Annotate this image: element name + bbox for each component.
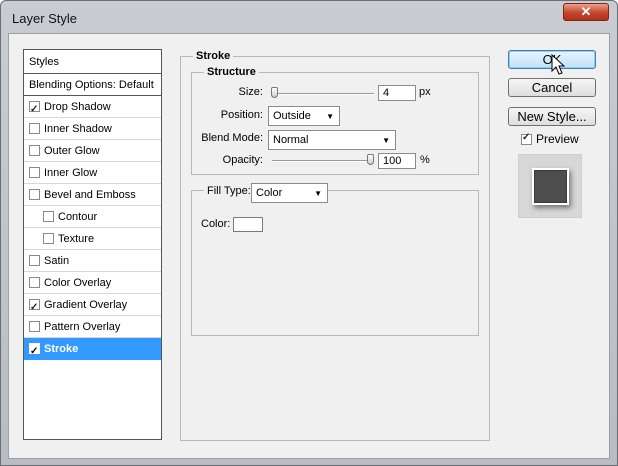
style-item-pattern-overlay[interactable]: Pattern Overlay: [24, 316, 161, 338]
preview-toggle[interactable]: Preview: [521, 132, 579, 146]
close-icon: ✕: [580, 4, 592, 19]
window-title: Layer Style: [12, 11, 78, 26]
style-checkbox[interactable]: [29, 167, 40, 178]
style-item-label: Contour: [58, 211, 98, 223]
style-item-stroke[interactable]: Stroke: [24, 338, 161, 363]
dialog-body: Styles Blending Options: Default Drop Sh…: [8, 33, 610, 459]
position-value: Outside: [273, 110, 311, 122]
blend-mode-select[interactable]: Normal ▼: [268, 130, 396, 150]
structure-title: Structure: [204, 66, 259, 78]
preview-swatch: [534, 170, 567, 203]
style-item-drop-shadow[interactable]: Drop Shadow: [24, 96, 161, 121]
style-item-label: Outer Glow: [44, 145, 100, 157]
style-item-texture[interactable]: Texture: [24, 228, 161, 250]
chevron-down-icon: ▼: [382, 136, 390, 145]
fill-type-select[interactable]: Color ▼: [251, 183, 328, 203]
chevron-down-icon: ▼: [314, 189, 322, 198]
style-checkbox[interactable]: [29, 189, 40, 200]
style-checkbox[interactable]: [43, 211, 54, 222]
size-slider-thumb[interactable]: [271, 87, 278, 98]
position-select[interactable]: Outside ▼: [268, 106, 340, 126]
style-item-label: Drop Shadow: [44, 101, 111, 113]
size-label: Size:: [238, 86, 263, 98]
style-item-label: Inner Glow: [44, 167, 98, 179]
style-checkbox[interactable]: [29, 341, 40, 363]
preview-label: Preview: [536, 132, 579, 146]
position-label: Position:: [220, 109, 263, 121]
style-item-label: Satin: [44, 255, 70, 267]
style-item-label: Bevel and Emboss: [44, 189, 136, 201]
style-item-label: Stroke: [44, 343, 79, 355]
style-checkbox[interactable]: [29, 297, 40, 319]
styles-header[interactable]: Styles: [24, 50, 161, 74]
style-item-inner-shadow[interactable]: Inner Shadow: [24, 118, 161, 140]
close-button[interactable]: ✕: [563, 3, 609, 21]
preview-checkbox[interactable]: [521, 132, 532, 145]
styles-list: Styles Blending Options: Default Drop Sh…: [23, 49, 162, 440]
blending-options-item[interactable]: Blending Options: Default: [24, 74, 161, 96]
style-item-gradient-overlay[interactable]: Gradient Overlay: [24, 294, 161, 319]
title-bar[interactable]: Layer Style ✕: [1, 1, 617, 35]
style-item-outer-glow[interactable]: Outer Glow: [24, 140, 161, 162]
chevron-down-icon: ▼: [326, 112, 334, 121]
fill-type-value: Color: [256, 187, 283, 199]
mouse-pointer-icon: [551, 54, 565, 75]
size-unit: px: [419, 86, 431, 98]
cancel-button[interactable]: Cancel: [508, 78, 596, 97]
style-item-bevel-and-emboss[interactable]: Bevel and Emboss: [24, 184, 161, 206]
stroke-group: Stroke Structure Size: 4 px Position: Ou…: [180, 50, 490, 441]
structure-group: Structure Size: 4 px Position: Outside ▼…: [191, 66, 479, 175]
blend-mode-label: Blend Mode:: [201, 132, 263, 144]
style-checkbox[interactable]: [29, 277, 40, 288]
opacity-unit: %: [420, 154, 430, 166]
style-item-label: Color Overlay: [44, 277, 112, 289]
fill-color-swatch[interactable]: [233, 217, 263, 232]
style-item-contour[interactable]: Contour: [24, 206, 161, 228]
new-style-button[interactable]: New Style...: [508, 107, 596, 126]
blend-mode-value: Normal: [273, 134, 309, 146]
style-checkbox[interactable]: [29, 255, 40, 266]
style-checkbox[interactable]: [29, 145, 40, 156]
fill-type-group: Fill Type: Color ▼ Color:: [191, 183, 479, 336]
style-item-inner-glow[interactable]: Inner Glow: [24, 162, 161, 184]
style-checkbox[interactable]: [29, 321, 40, 332]
style-item-label: Inner Shadow: [44, 123, 112, 135]
style-checkbox[interactable]: [29, 99, 40, 121]
style-checkbox[interactable]: [43, 233, 54, 244]
stroke-title: Stroke: [193, 50, 234, 62]
color-label: Color:: [201, 218, 231, 230]
style-item-label: Texture: [58, 233, 95, 245]
opacity-slider-track[interactable]: [272, 160, 374, 162]
style-checkbox[interactable]: [29, 123, 40, 134]
opacity-slider-thumb[interactable]: [367, 154, 374, 165]
preview-thumbnail: [518, 154, 582, 218]
size-slider-track[interactable]: [272, 93, 374, 95]
style-item-label: Gradient Overlay: [44, 299, 128, 311]
opacity-input[interactable]: 100: [378, 153, 416, 169]
size-input[interactable]: 4: [378, 85, 416, 101]
fill-type-label: Fill Type:: [204, 185, 254, 197]
style-item-label: Pattern Overlay: [44, 321, 121, 333]
layer-style-dialog: Layer Style ✕ Styles Blending Options: D…: [0, 0, 618, 466]
style-item-color-overlay[interactable]: Color Overlay: [24, 272, 161, 294]
style-item-satin[interactable]: Satin: [24, 250, 161, 272]
opacity-label: Opacity:: [222, 154, 263, 166]
